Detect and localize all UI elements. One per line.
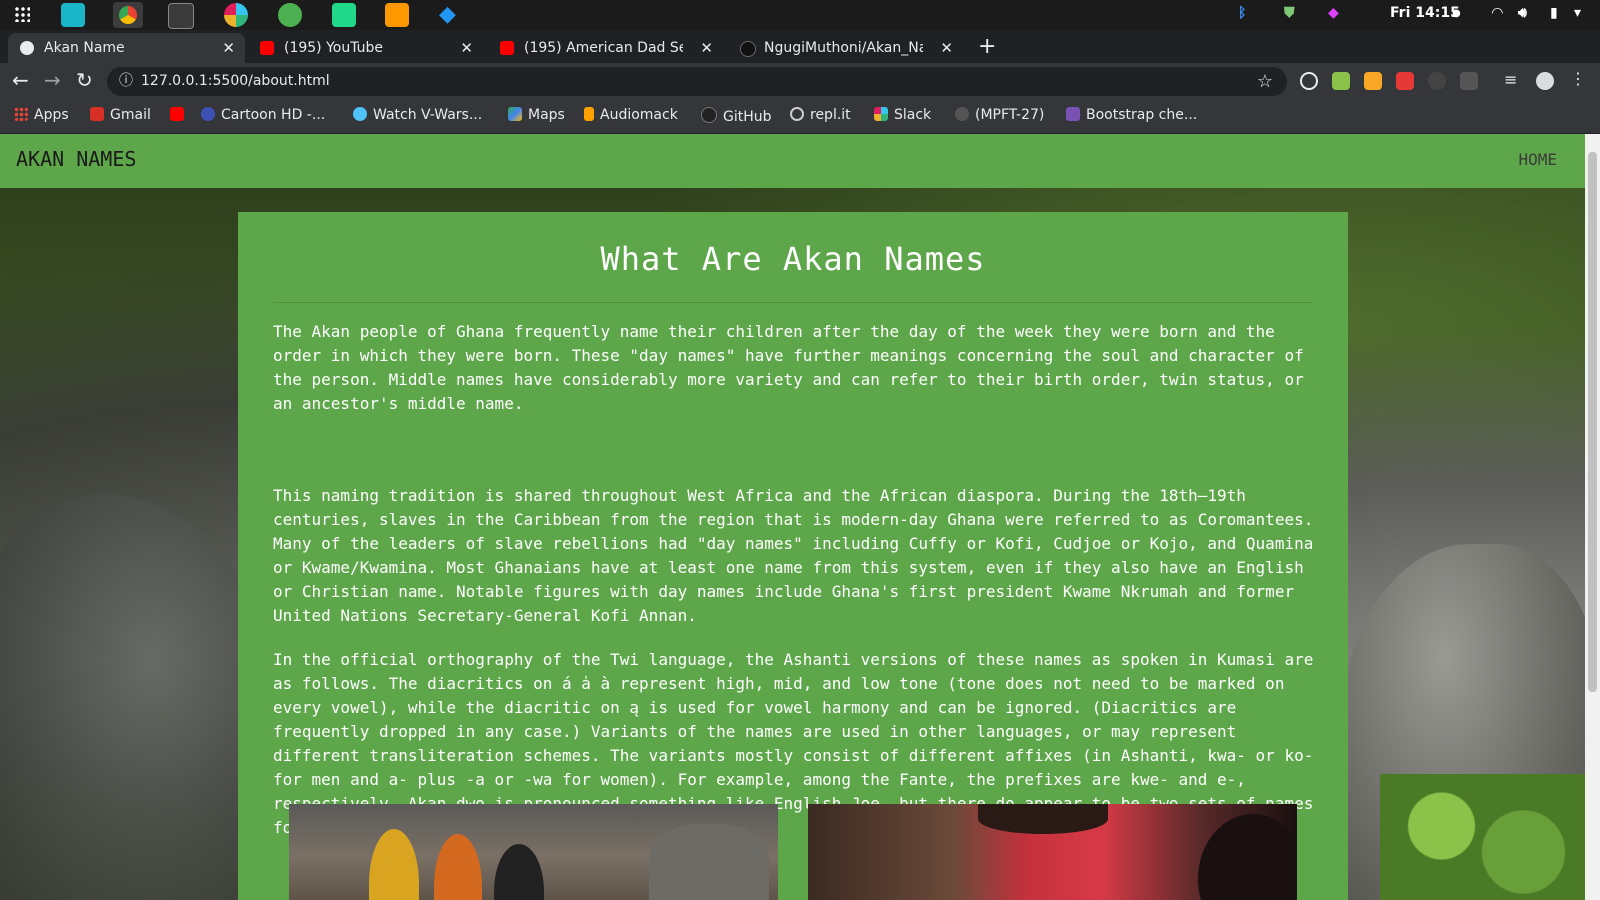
clock[interactable]: Fri 14:15 [1390,5,1460,21]
new-tab-button[interactable]: + [978,34,996,59]
red-fabric-image [808,804,1297,900]
bookmark-replit[interactable]: repl.it [790,107,851,123]
tab-title: (195) American Dad Seaso [524,40,683,56]
youtube-icon [170,107,184,121]
chrome-icon[interactable] [113,2,143,28]
intro-paragraph: The Akan people of Ghana frequently name… [273,322,1304,413]
os-top-bar: ◆ ᛒ ⛊ ◆ Fri 14:15 ● ◠ 🔊︎ ▮ ▾ [0,0,1600,30]
play-icon [353,107,367,121]
cartoon-hd-icon [201,107,215,121]
bookmark-bootstrap[interactable]: Bootstrap che... [1066,107,1197,123]
replit-icon [790,107,804,121]
back-icon[interactable]: ← [12,68,29,92]
extension-video-icon[interactable] [1396,72,1414,90]
page-viewport: AKAN NAMES HOME What Are Akan Names The … [0,134,1585,900]
bookmark-maps[interactable]: Maps [508,107,565,123]
url-text[interactable]: 127.0.0.1:5500/about.html [141,67,330,96]
files-icon[interactable] [61,3,85,27]
face-shape [1198,814,1297,900]
github-icon [740,41,756,57]
tab-akan-name[interactable]: Akan Name ✕ [8,33,245,63]
person-figure [494,844,544,900]
menu-chevron-icon[interactable]: ▾ [1574,5,1581,21]
bluetooth-icon[interactable]: ᛒ [1238,5,1246,21]
slack-app-icon[interactable] [224,3,248,27]
tab-github[interactable]: NgugiMuthoni/Akan_Nar ✕ [728,33,963,63]
bookmark-audiomack[interactable]: Audiomack [584,107,678,123]
vscode-icon[interactable]: ◆ [439,3,463,27]
bookmark-star-icon[interactable]: ☆ [1257,67,1273,96]
extension-download-icon[interactable] [1332,72,1350,90]
address-bar[interactable]: ⓘ 127.0.0.1:5500/about.html ☆ [107,67,1287,96]
title-divider [273,302,1313,303]
scrollbar-thumb[interactable] [1588,152,1597,692]
extension-honey-icon[interactable] [1364,72,1382,90]
tab-youtube[interactable]: (195) YouTube ✕ [248,33,483,63]
person-figure [434,834,482,900]
tab-strip: Akan Name ✕ (195) YouTube ✕ (195) Americ… [0,30,1600,63]
person-figure [369,829,419,900]
browser-toolbar: ← → ↻ ⓘ 127.0.0.1:5500/about.html ☆ ≡ ⋮ [0,63,1600,100]
shield-icon[interactable]: ⛊ [1284,5,1295,21]
globe-icon [20,41,34,55]
maps-icon [508,107,522,121]
close-tab-icon[interactable]: ✕ [222,33,235,63]
leaf-icon [955,107,969,121]
tradition-paragraph: This naming tradition is shared througho… [273,486,1314,625]
slack-icon [874,107,888,121]
tab-american-dad[interactable]: (195) American Dad Seaso ✕ [488,33,723,63]
bookmark-gmail[interactable]: Gmail [90,107,151,123]
tab-title: Akan Name [44,40,125,56]
gmail-icon [90,107,104,121]
close-tab-icon[interactable]: ✕ [460,33,473,63]
volume-icon[interactable]: 🔊︎ [1518,5,1527,21]
profile-avatar-icon[interactable] [1536,72,1554,90]
close-tab-icon[interactable]: ✕ [940,33,953,63]
background-foliage [1380,774,1585,900]
bookmarks-bar: Apps Gmail Cartoon HD -... Watch V-Wars.… [0,100,1600,134]
network-app-icon[interactable] [278,3,302,27]
battery-icon[interactable]: ▮ [1550,5,1558,21]
close-tab-icon[interactable]: ✕ [700,33,713,63]
bookmark-watch-v-wars[interactable]: Watch V-Wars... [353,107,482,123]
apps-grid-icon [14,107,28,121]
extension-cast-icon[interactable] [1460,72,1478,90]
audiomack-icon [584,107,594,121]
nav-home-link[interactable]: HOME [1518,150,1557,169]
tab-title: NgugiMuthoni/Akan_Nar [764,40,923,56]
hair-shape [978,804,1108,834]
bookmark-mpft[interactable]: (MPFT-27) [955,107,1044,123]
extension-bird-icon[interactable] [1428,72,1446,90]
tab-title: (195) YouTube [284,40,384,56]
extension-speed-icon[interactable] [1300,72,1318,90]
more-menu-icon[interactable]: ⋮ [1570,69,1588,88]
hut-shape [649,824,769,900]
status-dot-icon: ● [1452,8,1461,19]
terminal-icon[interactable] [168,3,194,29]
app-icon[interactable]: ◆ [1328,5,1339,21]
women-village-image [289,804,778,900]
youtube-icon [500,41,514,55]
bookmark-slack[interactable]: Slack [874,107,931,123]
page-scrollbar[interactable] [1585,134,1600,900]
bookmark-github[interactable]: GitHub [701,107,772,125]
bookmark-apps[interactable]: Apps [14,107,69,123]
github-icon [701,107,717,123]
content-card: What Are Akan Names The Akan people of G… [238,212,1348,900]
wifi-icon[interactable]: ◠ [1492,5,1503,21]
pycharm-icon[interactable] [332,3,356,27]
youtube-icon [260,41,274,55]
bookmark-youtube[interactable] [170,107,190,123]
bootstrap-icon [1066,107,1080,121]
page-title: What Are Akan Names [600,240,986,278]
site-navbar: AKAN NAMES HOME [0,134,1585,188]
media-controls-icon[interactable]: ≡ [1504,70,1522,89]
reload-icon[interactable]: ↻ [76,68,93,92]
app-grid-icon[interactable] [14,6,30,22]
sublime-icon[interactable] [385,3,409,27]
forward-icon[interactable]: → [44,68,61,92]
site-info-icon[interactable]: ⓘ [119,67,133,96]
site-brand[interactable]: AKAN NAMES [16,147,136,171]
bookmark-cartoon-hd[interactable]: Cartoon HD -... [201,107,325,123]
